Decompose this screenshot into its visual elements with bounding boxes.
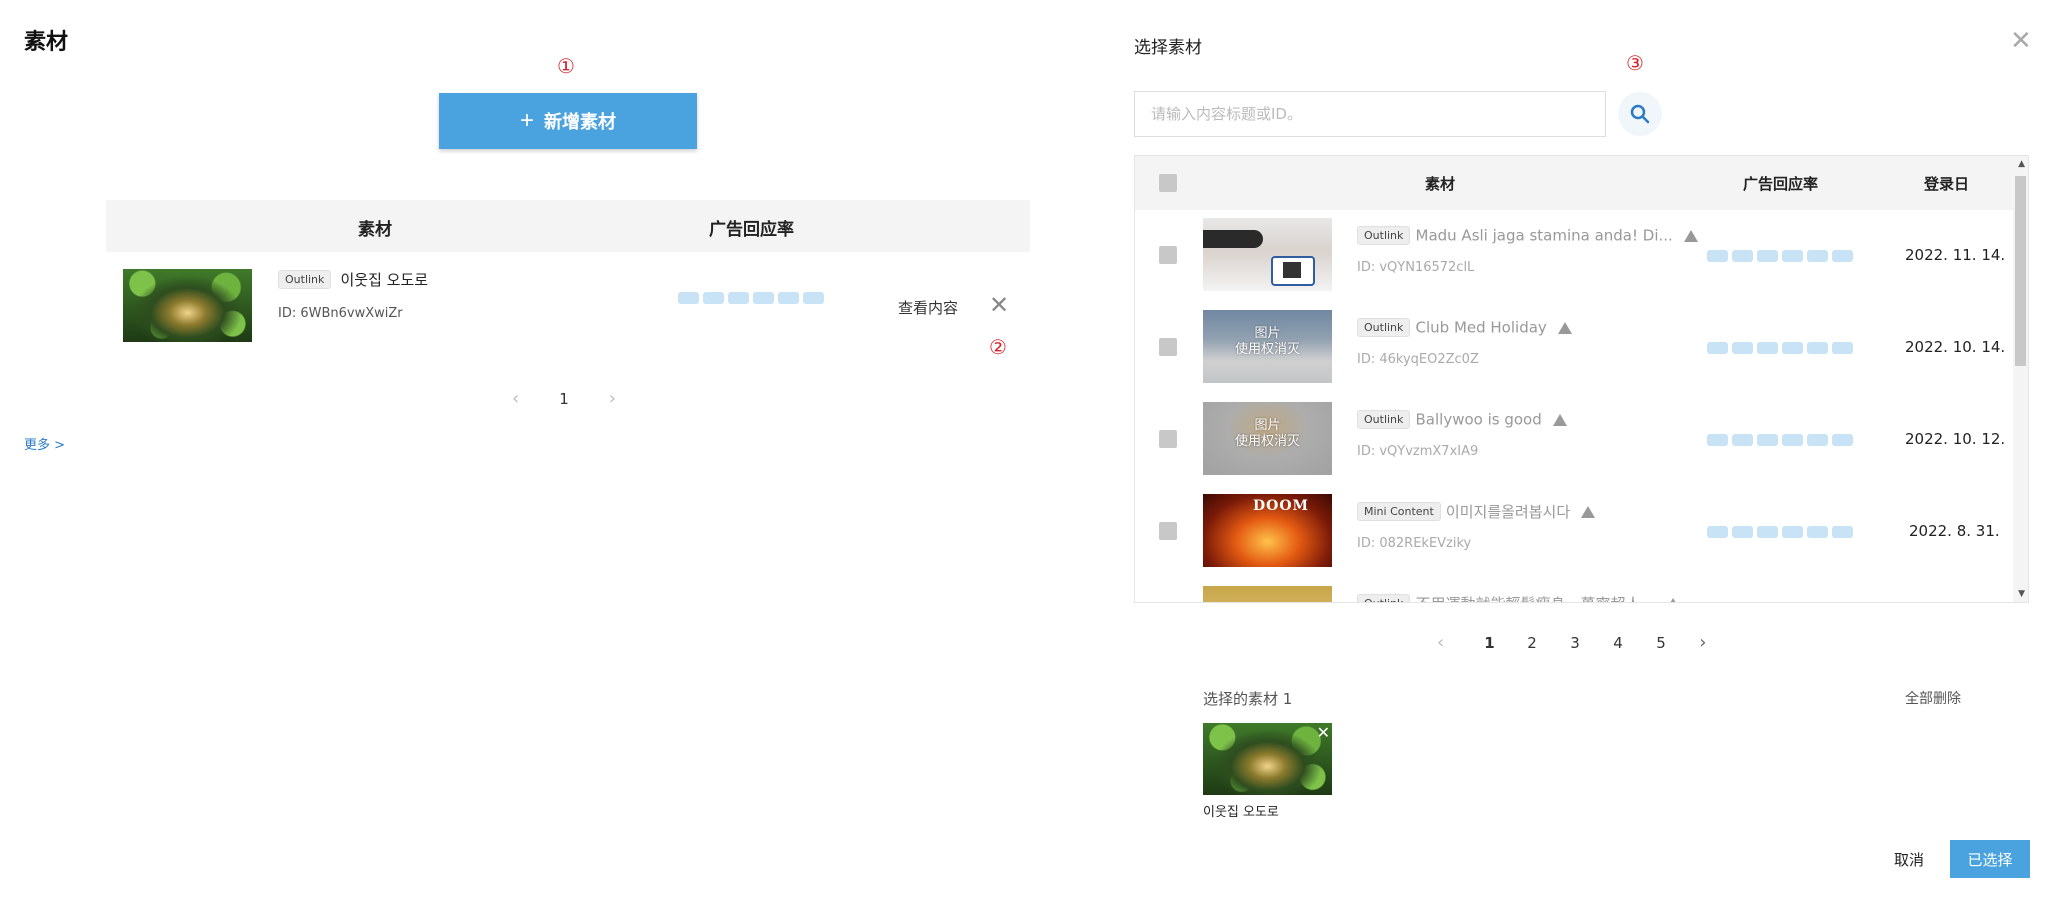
view-content-button[interactable]: 查看内容 [898,297,958,318]
scroll-thumb[interactable] [2015,176,2026,366]
selected-material-thumbnail: ✕ [1203,723,1332,795]
col-response-rate: 广告回应率 [1743,175,1819,193]
next-page-icon[interactable]: › [609,388,616,409]
warning-icon [1581,505,1596,518]
right-pagination: ‹ 1 2 3 4 5 › [1437,632,1706,653]
usage-expired-label: 图片 使用权消灭 [1234,418,1300,449]
page-1[interactable]: 1 [1484,634,1527,652]
response-rate-bar [678,292,824,304]
register-date: 2022. 8. 31. [1909,522,2000,540]
response-rate-bar [1707,342,1853,354]
type-badge: Outlink [1357,410,1411,429]
col-response-rate: 广告回应率 [709,220,794,240]
cancel-button[interactable]: 取消 [1880,840,1938,878]
step-marker-2: ② [989,335,1007,359]
material-title: Club Med Holiday [1415,318,1547,337]
selected-count-label: 选择的素材 1 [1203,690,1293,708]
more-link[interactable]: 更多 > [24,434,65,453]
table-row[interactable]: 图片 使用权消灭 Outlink Ballywoo is good ID: vQ… [1135,394,2015,486]
type-badge: Mini Content [1357,502,1441,521]
scroll-down-icon[interactable]: ▼ [2018,589,2025,599]
page-5[interactable]: 5 [1656,634,1699,652]
response-rate-bar [1707,526,1853,538]
response-rate-bar [1707,434,1853,446]
page-3[interactable]: 3 [1570,634,1613,652]
table-row[interactable]: DOOM Mini Content 이미지를올려봅시다 ID: 082REkEV… [1135,486,2015,578]
next-page-icon[interactable]: › [1699,632,1706,653]
table-row: Outlink 이웃집 오도로 ID: 6WBn6vwXwiZr [106,252,1030,357]
material-select-table: 素材 广告回应率 登录日 Outlink Madu Asli jaga stam… [1134,155,2029,603]
response-rate-bar [1707,250,1853,262]
usage-expired-label: 图片 使用权消灭 [1234,326,1300,357]
material-id: ID: 6WBn6vwXwiZr [278,306,403,321]
add-material-button[interactable]: + 新增素材 [439,93,697,149]
left-table-header: 素材 广告回应率 [106,200,1030,252]
col-material: 素材 [1425,175,1456,193]
scroll-up-icon[interactable]: ▲ [2018,159,2025,169]
type-badge: Outlink [1357,318,1411,337]
type-badge: Outlink [1357,226,1411,245]
row-checkbox[interactable] [1159,246,1177,264]
remove-selected-close-icon[interactable]: ✕ [1317,723,1330,742]
type-badge: Outlink [278,270,332,289]
left-pagination: ‹ 1 › [512,388,616,409]
step-marker-1: ① [557,54,575,78]
page-1[interactable]: 1 [559,390,569,408]
col-material: 素材 [358,220,392,240]
material-id: ID: 46kyqEO2Zc0Z [1357,352,1479,367]
material-id: ID: vQYvzmX7xIA9 [1357,444,1479,459]
search-button[interactable] [1618,92,1662,136]
table-scrollbar[interactable]: ▲ ▼ [2013,156,2028,602]
material-thumbnail [1203,586,1332,602]
row-checkbox[interactable] [1159,430,1177,448]
select-material-title: 选择素材 [1134,38,1202,58]
type-badge: Outlink [1357,594,1411,602]
delete-all-button[interactable]: 全部删除 [1905,688,1961,708]
row-checkbox[interactable] [1159,338,1177,356]
col-register-date: 登录日 [1924,175,1970,193]
prev-page-icon[interactable]: ‹ [512,388,519,409]
right-table-header: 素材 广告回应率 登录日 [1135,156,2015,210]
prev-page-icon[interactable]: ‹ [1437,632,1444,653]
add-material-label: 新增素材 [544,112,616,132]
register-date: 2022. 11. 14. [1905,246,2006,264]
row-checkbox[interactable] [1159,522,1177,540]
material-thumbnail: DOOM [1203,494,1332,567]
material-thumbnail: 图片 使用权消灭 [1203,402,1332,475]
warning-icon [1683,229,1698,242]
material-title: Madu Asli jaga stamina anda! Di... [1415,226,1673,245]
material-thumbnail [123,269,252,342]
material-title: Ballywoo is good [1415,410,1542,429]
select-all-checkbox[interactable] [1159,174,1177,192]
table-row[interactable]: Outlink Madu Asli jaga stamina anda! Di.… [1135,210,2015,302]
page-4[interactable]: 4 [1613,634,1656,652]
warning-icon [1552,413,1567,426]
search-icon [1630,104,1650,124]
material-title: 不用運動就能輕鬆瘦身，萬寧超人... [1416,595,1655,602]
plus-icon: + [519,107,534,134]
material-title: 이미지를올려봅시다 [1445,503,1571,521]
doom-logo: DOOM [1253,498,1310,514]
warning-icon [1665,597,1680,602]
warning-icon [1557,321,1572,334]
material-title: Outlink 이웃집 오도로 [278,269,428,290]
material-thumbnail: 图片 使用权消灭 [1203,310,1332,383]
confirm-select-button[interactable]: 已选择 [1950,840,2030,878]
material-name: 이웃집 오도로 [340,271,429,289]
dialog-close-icon[interactable]: ✕ [2010,26,2032,56]
page-2[interactable]: 2 [1527,634,1570,652]
material-id: ID: vQYN16572clL [1357,260,1475,275]
register-date: 2022. 10. 12. [1905,430,2006,448]
selected-material-name: 이웃집 오도로 [1203,805,1279,820]
table-row[interactable]: 图片 使用权消灭 Outlink Club Med Holiday ID: 46… [1135,302,2015,394]
page-title: 素材 [24,30,69,55]
step-marker-3: ③ [1626,51,1644,75]
register-date: 2022. 10. 14. [1905,338,2006,356]
search-input[interactable]: 请输入内容标题或ID。 [1134,91,1606,137]
table-row[interactable]: Outlink 不用運動就能輕鬆瘦身，萬寧超人... [1135,578,2015,602]
remove-material-close-icon[interactable]: ✕ [989,291,1009,319]
material-id: ID: 082REkEVziky [1357,536,1472,551]
material-thumbnail [1203,218,1332,291]
